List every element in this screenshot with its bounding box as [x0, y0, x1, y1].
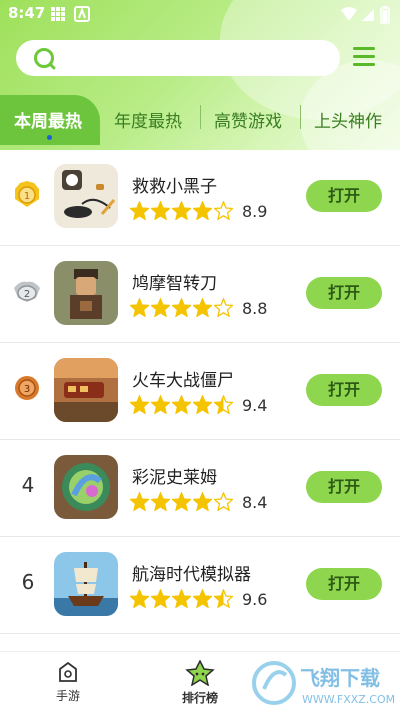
game-name: 救救小黑子 — [132, 177, 217, 197]
star-icon — [193, 395, 212, 414]
game-name: 火车大战僵尸 — [132, 371, 234, 391]
list-item[interactable]: 4 彩泥史莱姆 8.4 打开 — [0, 439, 400, 537]
status-time: 8:47 — [8, 4, 46, 22]
svg-text:飞翔下载: 飞翔下载 — [300, 666, 380, 690]
nav-mobile-games[interactable]: 手游 — [46, 660, 90, 704]
game-score: 9.6 — [242, 590, 268, 609]
star-icon — [151, 298, 170, 317]
svg-text:1: 1 — [24, 191, 30, 202]
star-icon — [130, 589, 149, 608]
rank-number: 4 — [21, 473, 35, 497]
search-icon — [34, 48, 54, 68]
tab-divider — [300, 105, 301, 129]
open-button[interactable]: 打开 — [306, 374, 382, 406]
game-name: 航海时代模拟器 — [132, 565, 251, 585]
game-icon-thumbnail[interactable] — [54, 164, 118, 228]
star-icon — [214, 492, 233, 511]
nav-ranking[interactable]: 排行榜 — [174, 659, 226, 706]
game-score: 8.4 — [242, 493, 268, 512]
svg-text:WWW.FXXZ.COM: WWW.FXXZ.COM — [302, 693, 395, 706]
game-score: 9.4 — [242, 396, 268, 415]
star-icon — [130, 201, 149, 220]
star-icon — [130, 492, 149, 511]
star-face-icon — [185, 659, 215, 687]
open-button[interactable]: 打开 — [306, 471, 382, 503]
game-icon-thumbnail[interactable] — [54, 358, 118, 422]
game-name: 鸠摩智转刀 — [132, 274, 217, 294]
wifi-icon — [341, 7, 357, 21]
star-icon — [172, 201, 191, 220]
ranking-tabs: 本周最热 年度最热 高赞游戏 上头神作 — [0, 95, 400, 145]
star-icon — [193, 298, 212, 317]
notification-a-icon — [74, 6, 90, 22]
game-icon-thumbnail[interactable] — [54, 455, 118, 519]
star-icon — [130, 395, 149, 414]
status-bar: 8:47 — [0, 0, 400, 28]
star-icon — [151, 201, 170, 220]
tab-divider — [200, 105, 201, 129]
nav-label: 手游 — [55, 689, 80, 703]
signal-icon — [362, 9, 374, 21]
nav-label: 排行榜 — [181, 691, 218, 705]
game-score: 8.9 — [242, 202, 268, 221]
list-item[interactable]: 2 鸠摩智转刀 8.8 打开 — [0, 245, 400, 343]
star-icon — [193, 492, 212, 511]
game-icon-thumbnail[interactable] — [54, 552, 118, 616]
game-score: 8.8 — [242, 299, 268, 318]
tab-yearly-hot[interactable]: 年度最热 — [114, 107, 182, 132]
star-icon — [151, 589, 170, 608]
game-icon-thumbnail[interactable] — [54, 261, 118, 325]
svg-text:3: 3 — [24, 384, 30, 395]
star-icon — [214, 589, 233, 608]
star-icon — [151, 395, 170, 414]
star-icon — [172, 589, 191, 608]
tab-indicator — [47, 135, 52, 140]
list-item[interactable]: 3 火车大战僵尸 9.4 打开 — [0, 342, 400, 440]
battery-icon — [380, 6, 390, 24]
star-icon — [214, 298, 233, 317]
open-button[interactable]: 打开 — [306, 180, 382, 212]
star-icon — [130, 298, 149, 317]
star-icon — [172, 492, 191, 511]
silver-medal-icon: 2 — [14, 281, 40, 302]
star-icon — [214, 201, 233, 220]
star-icon — [214, 395, 233, 414]
list-item[interactable]: 1 救救小黑子 8.9 打开 — [0, 148, 400, 246]
home-icon — [59, 661, 77, 682]
star-icon — [193, 589, 212, 608]
tab-top-rated[interactable]: 高赞游戏 — [214, 107, 282, 132]
tab-addictive[interactable]: 上头神作 — [314, 107, 382, 132]
rank-number: 6 — [21, 570, 35, 594]
tab-weekly-hot[interactable]: 本周最热 — [14, 107, 82, 132]
search-input[interactable] — [16, 40, 340, 76]
open-button[interactable]: 打开 — [306, 277, 382, 309]
open-button[interactable]: 打开 — [306, 568, 382, 600]
game-name: 彩泥史莱姆 — [132, 468, 217, 488]
star-icon — [172, 298, 191, 317]
gold-medal-icon: 1 — [15, 181, 39, 207]
star-icon — [193, 201, 212, 220]
grid-icon — [51, 7, 65, 21]
star-icon — [172, 395, 191, 414]
menu-icon[interactable] — [353, 47, 375, 67]
watermark-logo: 飞翔下载 WWW.FXXZ.COM — [250, 655, 400, 711]
star-icon — [151, 492, 170, 511]
list-item[interactable]: 6 航海时代模拟器 9.6 打开 — [0, 536, 400, 634]
svg-text:2: 2 — [24, 289, 30, 300]
bronze-medal-icon: 3 — [15, 376, 39, 400]
